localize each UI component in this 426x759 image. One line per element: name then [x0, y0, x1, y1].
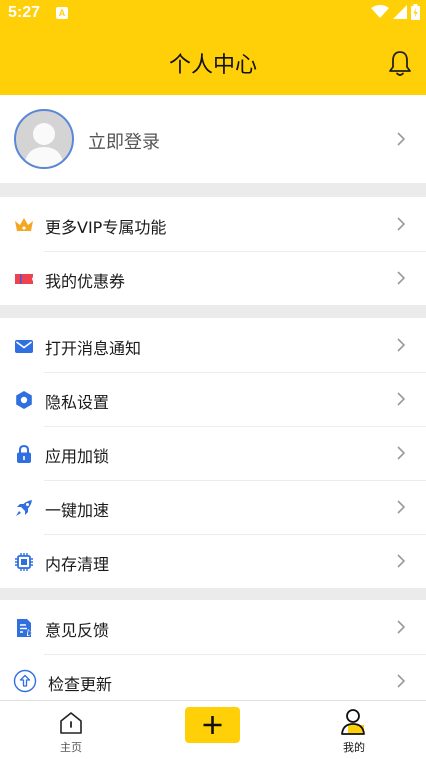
menu-item-label: 隐私设置: [45, 393, 110, 412]
chevron-right-icon: [397, 620, 406, 634]
update-icon: [13, 669, 37, 693]
menu-item-privacy[interactable]: 隐私设置: [0, 372, 426, 426]
lock-icon: [17, 444, 31, 463]
page-title: 个人中心: [168, 53, 257, 78]
status-time: 5:27: [8, 4, 41, 21]
menu-item-label: 一键加速: [45, 501, 110, 520]
tab-mine[interactable]: 我的: [314, 701, 394, 759]
chip-icon: [15, 553, 33, 571]
login-card[interactable]: 立即登录: [0, 95, 426, 183]
coupon-icon: [15, 274, 33, 284]
bottom-tab-bar: 主页 我的: [0, 700, 426, 759]
menu-item-feedback[interactable]: 意见反馈: [0, 600, 426, 654]
menu-item-memory-clean[interactable]: 内存清理: [0, 534, 426, 588]
avatar-silhouette: [24, 123, 64, 167]
chevron-right-icon: [397, 500, 406, 514]
menu-item-notification[interactable]: 打开消息通知: [0, 318, 426, 372]
bell-icon[interactable]: [386, 48, 414, 78]
status-icons: [371, 4, 420, 20]
menu-item-vip[interactable]: 更多VIP专属功能: [0, 197, 426, 251]
battery-icon: [411, 4, 420, 20]
group-support: 意见反馈 检查更新: [0, 600, 426, 708]
menu-item-label: 应用加锁: [45, 447, 110, 466]
menu-item-label: 我的优惠券: [45, 272, 126, 291]
login-label[interactable]: 立即登录: [88, 128, 160, 154]
menu-item-label: 检查更新: [48, 675, 113, 694]
notification-app-icon: A: [56, 7, 68, 19]
menu-item-app-lock[interactable]: 应用加锁: [0, 426, 426, 480]
chevron-right-icon: [397, 446, 406, 460]
user-profile-icon: [341, 709, 365, 735]
menu-item-label: 意见反馈: [45, 621, 110, 640]
chevron-right-icon: [397, 392, 406, 406]
tab-mine-label: 我的: [343, 741, 365, 754]
menu-item-label: 更多VIP专属功能: [45, 218, 167, 237]
header: 5:27 A 个人中心: [0, 0, 426, 95]
menu-item-label: 打开消息通知: [45, 339, 142, 358]
feedback-icon: [17, 619, 32, 637]
menu-item-speedup[interactable]: 一键加速: [0, 480, 426, 534]
signal-icon: [393, 5, 407, 19]
chevron-right-icon: [397, 132, 406, 146]
home-icon: [60, 712, 82, 734]
chevron-right-icon: [397, 554, 406, 568]
group-settings: 打开消息通知 隐私设置 应用加锁 一键加速 内存清理: [0, 318, 426, 588]
menu-item-label: 内存清理: [45, 555, 110, 574]
mail-icon: [15, 340, 33, 353]
status-bar: 5:27 A: [0, 0, 426, 28]
default-avatar-icon[interactable]: [14, 109, 74, 169]
tab-home-label: 主页: [60, 741, 82, 754]
tab-home[interactable]: 主页: [31, 701, 111, 759]
chevron-right-icon: [397, 674, 406, 688]
gear-icon: [16, 391, 32, 409]
chevron-right-icon: [397, 338, 406, 352]
rocket-icon: [16, 500, 32, 516]
plus-icon: [203, 716, 222, 734]
group-vip: 更多VIP专属功能 我的优惠券: [0, 197, 426, 305]
menu-item-coupon[interactable]: 我的优惠券: [0, 251, 426, 305]
add-button[interactable]: [185, 707, 240, 743]
chevron-right-icon: [397, 217, 406, 231]
wifi-icon: [371, 5, 389, 18]
chevron-right-icon: [397, 271, 406, 285]
crown-icon: [15, 218, 33, 231]
